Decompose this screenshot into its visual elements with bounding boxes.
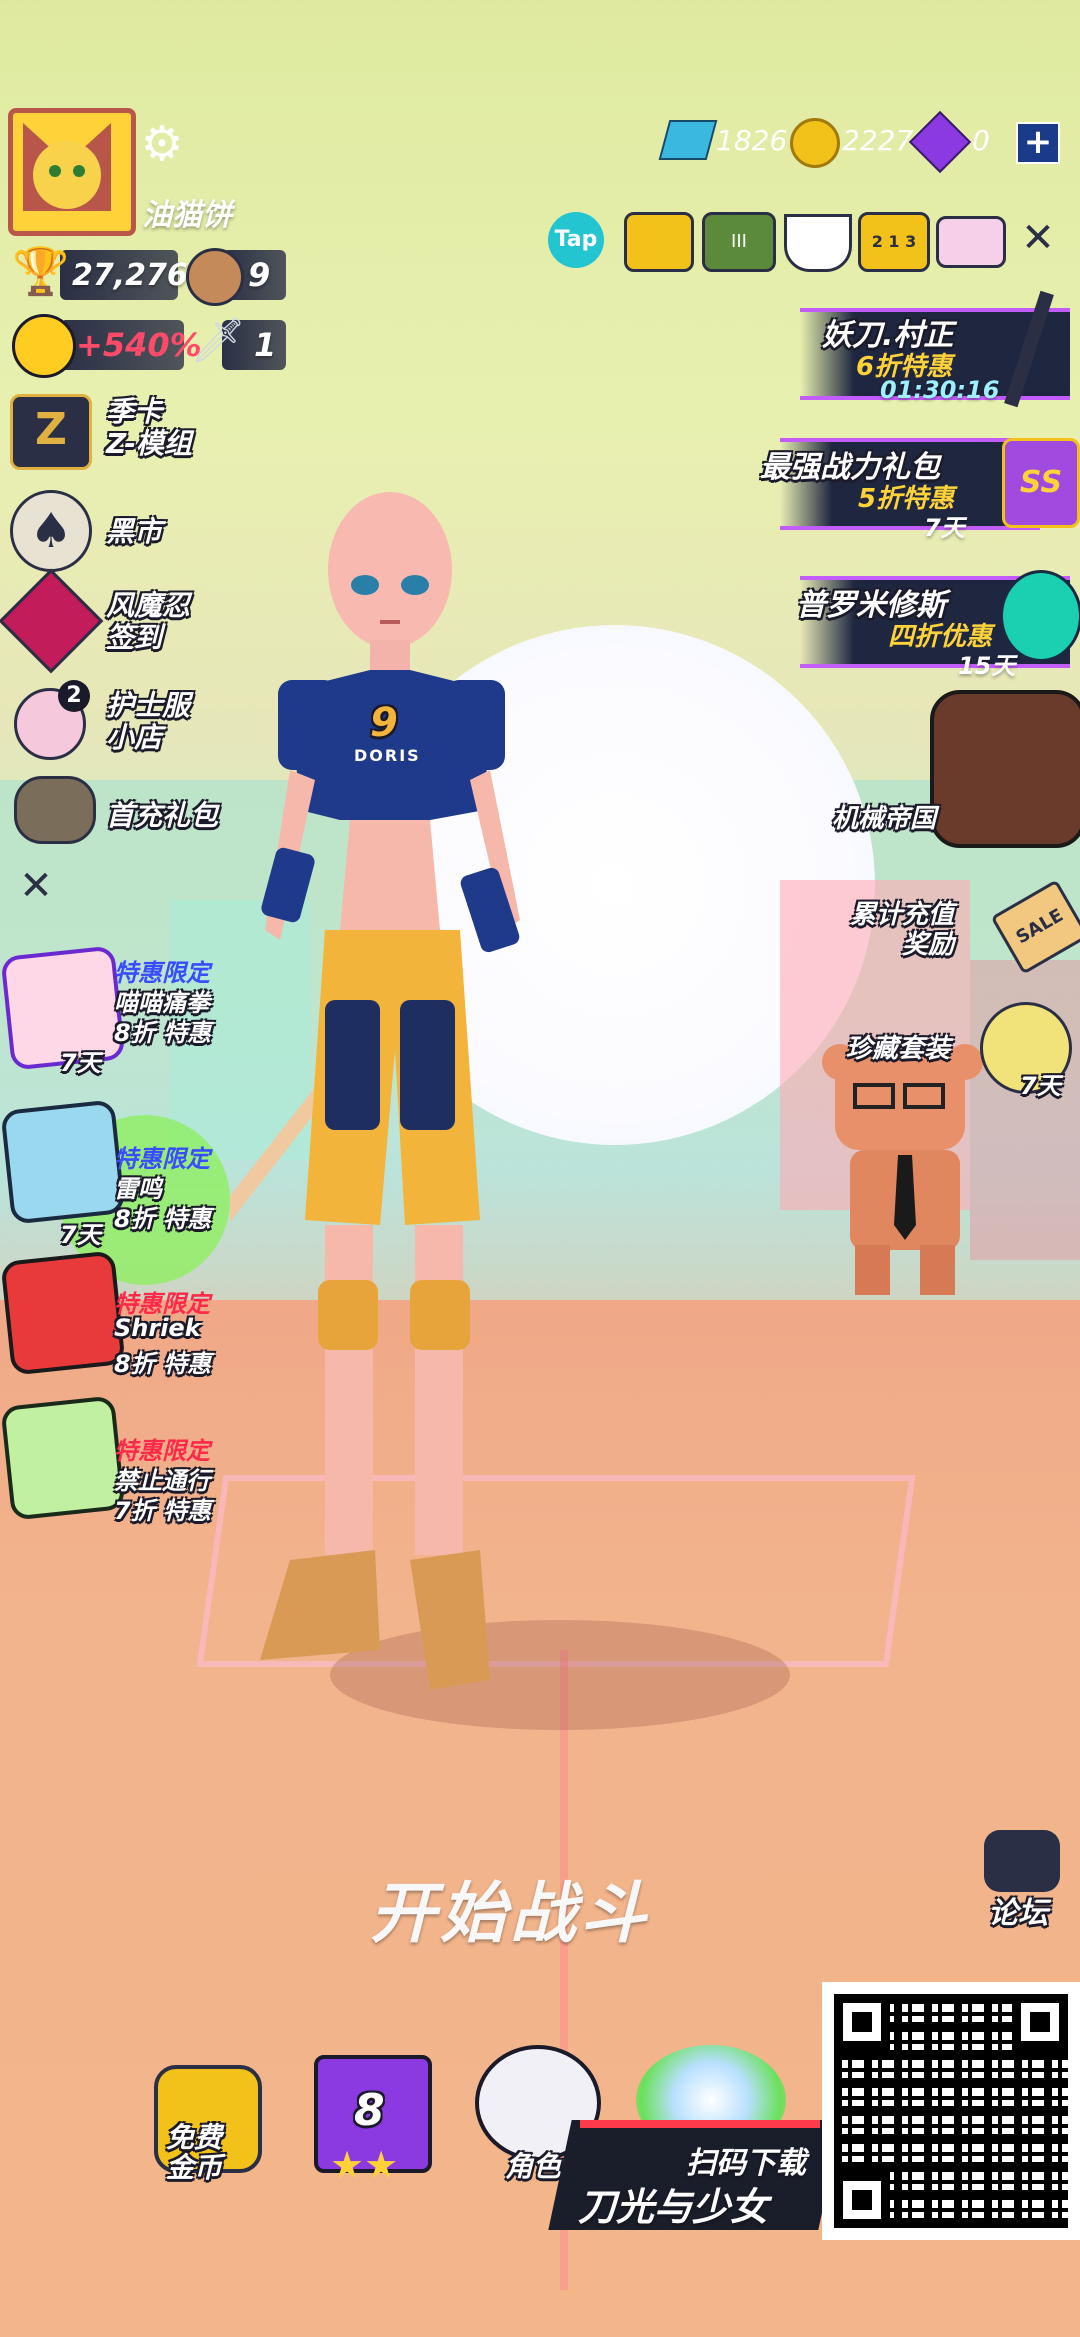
event-time: 01:30:16 [880,376,1000,404]
mech-empire-portrait [930,690,1080,848]
event-power-pack[interactable]: 最强战力礼包 5折特惠 7天 SS [740,430,1080,542]
trophy-count: 27,276 [72,258,188,293]
menu-season-pass[interactable]: Z 季卡 Z-模组 [10,390,230,470]
jersey-name: DORIS [354,746,421,765]
menu-first-topup-label: 首充礼包 [106,799,219,832]
robot-head-icon [1000,570,1080,662]
currency-bar: 1826 2227 0 + [650,110,1070,174]
gift-pig-icon [14,776,96,844]
settings-gear-icon[interactable]: ⚙ [136,118,188,170]
event-time: 15天 [958,652,1016,680]
collection-days: 7天 [1020,1072,1061,1100]
offer-thunder[interactable]: 特惠限定 雷鸣 8折 特惠 7天 [0,1095,240,1285]
gem-count: 1826 [716,124,788,157]
offer-discount: 8折 特惠 [114,1205,212,1233]
offer-portrait-no-entry [0,1395,126,1521]
podium-icon[interactable]: 2 1 3 [858,212,930,272]
collapse-menu-close-icon[interactable]: ✕ [14,864,58,908]
nurse-badge: 2 [58,680,90,712]
player-name: 油猫饼 [142,198,232,233]
nav-character-label: 角色 [505,2150,562,2183]
menu-nurse-shop-label: 护士服 小店 [106,689,191,754]
sword-icon: 🗡 [190,315,246,366]
mail-icon[interactable] [936,216,1006,268]
gem-icon[interactable] [658,120,718,160]
badge-icon[interactable]: III [702,212,776,272]
offer-portrait-thunder [0,1099,126,1225]
collection-outfits-label: 珍藏套装 [846,1034,951,1064]
event-prometheus[interactable]: 普罗米修斯 四折优惠 15天 [760,568,1080,680]
shuriken-icon [0,568,104,674]
coin-icon[interactable] [790,118,840,168]
trophy-icon: 🏆 [12,244,70,298]
menu-first-topup[interactable]: 首充礼包 [10,770,250,850]
forum-button[interactable]: 论坛 [974,1830,1070,1931]
nav-free-coins-label: 免费 金币 [166,2121,223,2184]
z-card-icon: Z [10,394,92,470]
mech-empire-label: 机械帝国 [832,804,937,834]
offer-meow-punch[interactable]: 特惠限定 喵喵痛拳 8折 特惠 7天 [0,945,240,1085]
mech-empire[interactable]: 机械帝国 [820,690,1080,848]
menu-ninja-checkin-label: 风魔忍 签到 [106,589,191,654]
pet-count: 9 [248,256,271,294]
level-number: 8 [354,2085,385,2136]
event-muramasa[interactable]: 妖刀.村正 6折特惠 01:30:16 [760,290,1080,408]
crystal-count: 0 [972,124,990,157]
forum-label: 论坛 [988,1896,1048,1931]
video-icon[interactable] [624,212,694,272]
offer-portrait-shriek [0,1250,126,1376]
topup-rewards[interactable]: 累计充值 奖励 SALE [840,879,1080,980]
offer-days: 7天 [60,1049,101,1077]
sale-tag-icon: SALE [990,879,1080,975]
qr-finder-top-left [834,1994,890,2050]
offer-no-entry[interactable]: 特惠限定 禁止通行 7折 特惠 [0,1395,240,1535]
menu-ninja-checkin[interactable]: 风魔忍 签到 [0,568,230,674]
boost-value: +540% [76,326,202,364]
nav-free-coins[interactable]: 免费 金币 [150,2065,262,2185]
character-model[interactable]: 9 DORIS [208,490,790,1740]
menu-black-market-label: 黑市 [106,515,163,548]
jersey-number: 9 [370,700,398,746]
qr-finder-bottom-left [834,2172,890,2228]
qr-finder-top-right [1012,1994,1068,2050]
gift-box-icon: SS [1002,438,1080,528]
game-title-label: 刀光与少女 [578,2185,769,2229]
chat-bubble-icon [984,1830,1060,1892]
top-icon-row: Tap III 2 1 3 ✕ [548,208,1068,272]
offer-name: Shriek [114,1314,201,1342]
menu-black-market[interactable]: ♠ 黑市 [10,490,230,572]
collection-outfits[interactable]: 珍藏套装 7天 [840,1000,1080,1100]
tap-icon[interactable]: Tap [548,212,604,268]
sword-count: 1 [254,326,277,364]
event-time: 7天 [924,514,965,542]
player-avatar[interactable] [8,108,136,236]
add-currency-button[interactable]: + [1016,122,1060,164]
coin-count: 2227 [842,124,914,157]
offer-days: 7天 [60,1221,101,1249]
download-accent-bar [580,2120,820,2128]
offer-discount: 7折 特惠 [114,1497,212,1525]
crystal-icon[interactable] [908,110,972,174]
offer-shriek[interactable]: 特惠限定 Shriek 8折 特惠 [0,1250,240,1380]
star-icon: ★★ [330,2143,399,2187]
topup-rewards-label: 累计充值 奖励 [850,900,955,960]
offer-discount: 8折 特惠 [114,1350,212,1378]
menu-nurse-shop[interactable]: 2 护士服 小店 [10,680,230,770]
nav-level[interactable]: 8 ★★ [310,2055,432,2187]
menu-season-pass-label: 季卡 Z-模组 [106,395,192,460]
cup-icon[interactable] [784,214,852,272]
bear-face-icon [186,248,244,306]
boost-face-icon [12,314,76,378]
qr-code[interactable] [822,1982,1080,2240]
close-top-icons-icon[interactable]: ✕ [1014,214,1062,262]
spade-icon: ♠ [10,490,92,572]
start-battle-button[interactable]: 开始战斗 [370,1860,650,1956]
offer-discount: 8折 特惠 [114,1019,212,1047]
